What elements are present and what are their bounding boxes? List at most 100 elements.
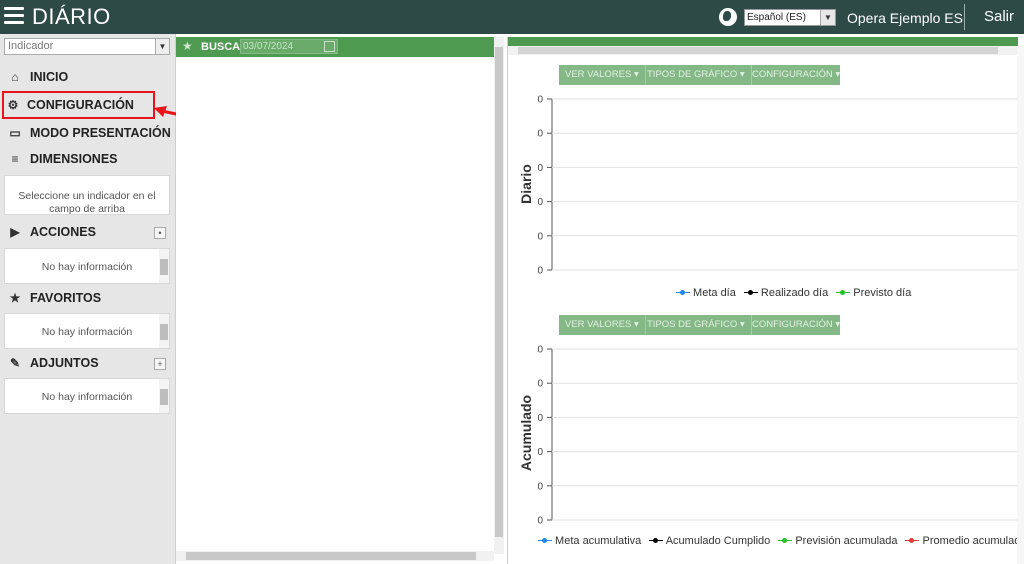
sidebar-item-adjuntos[interactable]: ✎ ADJUNTOS <box>0 352 176 374</box>
dropdown-label: CONFIGURACIÓN <box>752 319 833 330</box>
annotation-highlight-box <box>2 91 155 119</box>
globe-icon <box>719 8 737 26</box>
legend-label: Promedio acumulado realizado <box>922 535 1024 547</box>
add-attachment-button[interactable]: + <box>154 358 166 370</box>
language-select[interactable]: Español (ES) ▼ <box>744 9 836 26</box>
favoritos-scrollbar[interactable] <box>159 314 169 348</box>
search-label: BUSCA <box>201 41 241 53</box>
chart-toolbar: VER VALORES ▾ TIPOS DE GRÁFICO ▾ CONFIGU… <box>559 315 840 335</box>
favoritos-empty-text: No hay información <box>41 326 133 338</box>
database-icon: ≡ <box>11 152 19 166</box>
divider <box>964 4 965 30</box>
y-tick-label: 0 <box>537 95 543 106</box>
legend-item[interactable]: Promedio acumulado realizado <box>905 535 1024 547</box>
y-tick-label: 0 <box>537 413 543 424</box>
y-tick-label: 0 <box>537 231 543 242</box>
paperclip-icon: ✎ <box>9 356 21 370</box>
y-tick-label: 0 <box>537 129 543 140</box>
horizontal-scrollbar[interactable] <box>508 46 1018 55</box>
date-input-value: 03/07/2024 <box>243 41 294 52</box>
sidebar-item-inicio[interactable]: ⌂ INICIO <box>0 66 176 88</box>
chevron-down-icon[interactable]: ▼ <box>820 10 835 25</box>
adjuntos-scrollbar[interactable] <box>159 379 169 413</box>
chart-toolbar: VER VALORES ▾ TIPOS DE GRÁFICO ▾ CONFIGU… <box>559 65 840 85</box>
date-input[interactable]: 03/07/2024 <box>240 39 338 54</box>
y-tick-label: 0 <box>537 481 543 492</box>
search-panel: ★ BUSCA 03/07/2024 <box>176 37 506 564</box>
chart-panel: VER VALORES ▾ TIPOS DE GRÁFICO ▾ CONFIGU… <box>507 37 1024 564</box>
y-tick-label: 0 <box>537 345 543 356</box>
adjuntos-empty-text: No hay información <box>41 391 133 403</box>
legend-marker-icon <box>649 536 664 546</box>
legend-label: Meta acumulativa <box>552 535 642 547</box>
monitor-icon: ▭ <box>9 126 21 140</box>
star-icon[interactable]: ★ <box>182 39 193 53</box>
legend-marker-icon <box>905 536 920 546</box>
legend-marker-icon <box>836 288 851 298</box>
hamburger-menu-icon[interactable] <box>4 7 24 25</box>
language-select-value: Español (ES) <box>747 12 806 23</box>
right-toolbar <box>508 37 1018 46</box>
y-tick-label: 0 <box>537 163 543 174</box>
sidebar-item-label: INICIO <box>30 70 69 84</box>
legend-marker-icon <box>743 288 758 298</box>
legend-item[interactable]: Meta acumulativa <box>538 535 641 547</box>
top-bar: DIÁRIO Español (ES) ▼ Opera Ejemplo ES S… <box>0 0 1024 34</box>
user-name[interactable]: Opera Ejemplo ES <box>847 10 963 26</box>
dimensiones-panel: Seleccione un indicador en el campo de a… <box>4 175 170 215</box>
configuracion-dropdown[interactable]: CONFIGURACIÓN ▾ <box>746 315 846 335</box>
dropdown-label: TIPOS DE GRÁFICO <box>647 319 738 330</box>
favoritos-panel: No hay información <box>4 313 170 349</box>
search-header: ★ BUSCA 03/07/2024 <box>176 37 494 57</box>
tipos-grafico-dropdown[interactable]: TIPOS DE GRÁFICO ▾ <box>641 315 752 335</box>
y-tick-label: 0 <box>537 197 543 208</box>
ver-valores-dropdown[interactable]: VER VALORES ▾ <box>559 315 646 335</box>
play-icon: ▶ <box>10 225 20 239</box>
vertical-scrollbar[interactable] <box>494 37 504 554</box>
chart-1-legend: Meta día Realizado día Previsto día <box>676 287 919 299</box>
chart-2-legend: Meta acumulativa Acumulado Cumplido Prev… <box>538 535 1024 547</box>
legend-label: Previsión acumulada <box>792 535 898 547</box>
dropdown-label: TIPOS DE GRÁFICO <box>647 69 738 80</box>
sidebar-item-dimensiones[interactable]: ≡ DIMENSIONES <box>0 148 176 170</box>
adjuntos-panel: No hay información <box>4 378 170 414</box>
acciones-options-button[interactable]: • <box>154 227 166 239</box>
calendar-icon[interactable] <box>324 41 335 52</box>
horizontal-scrollbar[interactable] <box>176 551 494 561</box>
star-icon: ★ <box>9 291 21 305</box>
sidebar-item-label: FAVORITOS <box>30 291 102 305</box>
legend-marker-icon <box>538 536 552 546</box>
legend-label: Previsto día <box>850 287 912 299</box>
sidebar-item-label: DIMENSIONES <box>30 152 118 166</box>
home-icon: ⌂ <box>11 70 19 84</box>
dropdown-label: VER VALORES <box>565 319 632 330</box>
y-tick-label: 0 <box>537 266 543 277</box>
legend-item[interactable]: Acumulado Cumplido <box>649 535 770 547</box>
dropdown-label: CONFIGURACIÓN <box>752 69 833 80</box>
acciones-scrollbar[interactable] <box>159 249 169 283</box>
sidebar-item-acciones[interactable]: ▶ ACCIONES <box>0 221 176 243</box>
indicator-select[interactable]: Indicador ▼ <box>4 38 170 55</box>
y-tick-label: 0 <box>537 447 543 458</box>
acciones-empty-text: No hay información <box>41 261 133 273</box>
vertical-scrollbar[interactable] <box>1017 46 1024 564</box>
legend-marker-icon <box>676 288 690 298</box>
chart-1-plot: 0 0 0 0 0 0 <box>537 95 1018 277</box>
indicator-select-placeholder: Indicador <box>8 40 54 52</box>
legend-item[interactable]: Previsión acumulada <box>778 535 897 547</box>
acciones-panel: No hay información <box>4 248 170 284</box>
ver-valores-dropdown[interactable]: VER VALORES ▾ <box>559 65 646 85</box>
sidebar-item-favoritos[interactable]: ★ FAVORITOS <box>0 287 176 309</box>
legend-item[interactable]: Realizado día <box>743 287 829 299</box>
chevron-down-icon[interactable]: ▼ <box>155 39 169 54</box>
dropdown-label: VER VALORES <box>565 69 632 80</box>
configuracion-dropdown[interactable]: CONFIGURACIÓN ▾ <box>746 65 846 85</box>
legend-label: Acumulado Cumplido <box>663 535 771 547</box>
legend-item[interactable]: Meta día <box>676 287 736 299</box>
sidebar-item-label: ADJUNTOS <box>30 356 99 370</box>
logout-link[interactable]: Salir <box>984 8 1014 25</box>
dimensiones-hint: Seleccione un indicador en el campo de a… <box>18 190 156 215</box>
legend-label: Realizado día <box>757 287 829 299</box>
legend-item[interactable]: Previsto día <box>836 287 911 299</box>
tipos-grafico-dropdown[interactable]: TIPOS DE GRÁFICO ▾ <box>641 65 752 85</box>
